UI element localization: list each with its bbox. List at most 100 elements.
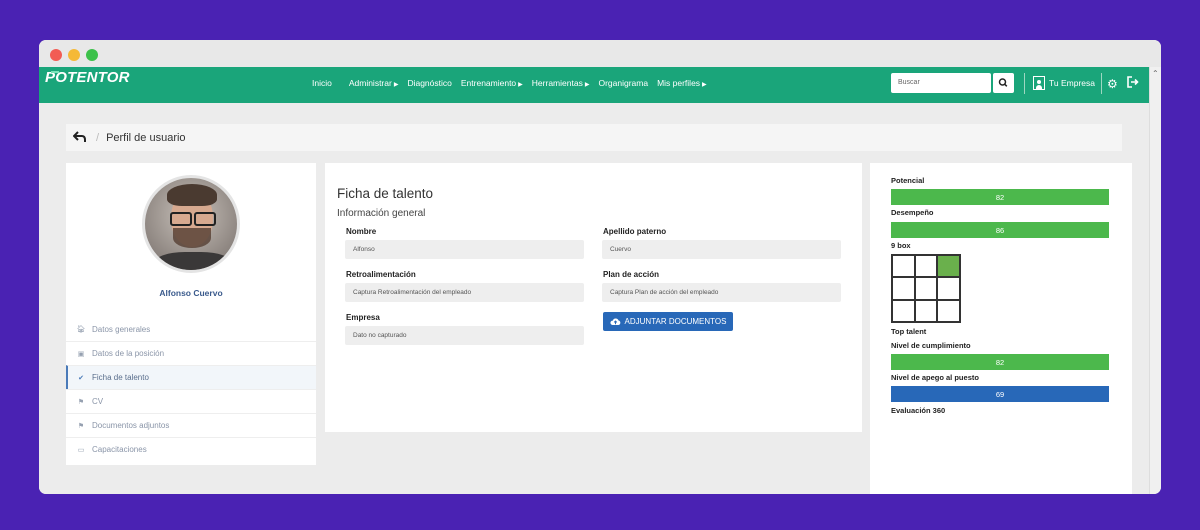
search-input[interactable]: Buscar [891, 73, 991, 93]
divider [1101, 73, 1102, 94]
page-title: Perfil de usuario [106, 131, 186, 144]
minimize-window-button[interactable] [68, 49, 80, 61]
nav-link-label: Administrar [348, 78, 392, 88]
nine-box-grid [891, 254, 961, 323]
evaluacion-360-label: Evaluación 360 [891, 406, 946, 415]
flag-icon: ⚑ [77, 422, 85, 430]
potencial-bar: 82 [891, 189, 1109, 205]
nine-box-cell [892, 299, 915, 322]
nine-box-cell [892, 255, 915, 278]
check-icon: ✔ [78, 374, 84, 382]
desempeno-label: Desempeño [891, 208, 934, 217]
profile-menu-label: Datos generales [92, 324, 151, 334]
section-subtitle: Información general [337, 208, 426, 219]
nine-box-cell [937, 277, 960, 300]
apellido-field[interactable]: Cuervo [602, 240, 841, 259]
empresa-field[interactable]: Dato no capturado [345, 326, 584, 345]
flag-icon: ⚑ [77, 398, 85, 406]
profile-menu-label: CV [92, 397, 104, 406]
profile-menu-label: Datos de la posición [92, 349, 165, 358]
nine-box-cell [914, 255, 938, 278]
maximize-window-button[interactable] [86, 49, 98, 61]
nine-box-cell [937, 299, 960, 322]
logo[interactable]: POTENTOR [45, 69, 130, 86]
divider [1024, 73, 1025, 94]
nav-link-label: Inicio [312, 78, 332, 88]
nombre-label: Nombre [346, 227, 377, 236]
desempeno-bar: 86 [891, 222, 1109, 238]
potencial-label: Potencial [891, 176, 925, 185]
breadcrumb-separator: / [96, 131, 100, 144]
briefcase-icon: ▣ [77, 350, 85, 358]
empresa-label: Empresa [346, 313, 380, 322]
profile-menu-label: Documentos adjuntos [92, 421, 170, 430]
plan-accion-field[interactable]: Captura Plan de acción del empleado [602, 283, 841, 302]
nav-link-inicio[interactable]: Inicio [312, 78, 332, 88]
apellido-label: Apellido paterno [603, 227, 667, 236]
search-button[interactable] [993, 73, 1014, 93]
plan-accion-label: Plan de acción [603, 270, 660, 279]
page-content: / Perfil de usuario Alfonso Cuervo 🏠︎ Dat… [39, 103, 1149, 494]
attach-documents-button[interactable]: ADJUNTAR DOCUMENTOS [603, 312, 733, 331]
caret-right-icon: ▶ [393, 82, 399, 88]
caret-right-icon: ▶ [702, 82, 707, 88]
laptop-icon: ▭ [77, 446, 85, 454]
nav-link-administrar[interactable]: Administrar ▶ [349, 78, 399, 88]
profile-menu-label: Ficha de talento [92, 373, 149, 382]
section-title: Ficha de talento [337, 186, 434, 201]
scroll-up-icon[interactable]: ⌃ [1152, 69, 1159, 78]
nombre-field[interactable]: Alfonso [345, 240, 584, 259]
nav-link-entrenamiento[interactable]: Entrenamiento ▶ [461, 78, 523, 88]
user-name: Alfonso Cuervo [159, 288, 223, 298]
back-arrow-icon[interactable] [72, 130, 87, 146]
profile-menu-item[interactable]: ▣ Datos de la posición [66, 341, 316, 365]
cloud-upload-icon [609, 318, 620, 325]
top-talent-label: Top talent [891, 327, 927, 336]
profile-menu: 🏠︎ Datos generales ▣ Datos de la posición ✔ F… [66, 317, 316, 461]
cumplimiento-label: Nivel de cumplimiento [891, 341, 971, 350]
nav-link-label: Diagnóstico [407, 78, 452, 88]
title-bar [39, 40, 1161, 67]
profile-menu-item[interactable]: ⚑ CV [66, 389, 316, 413]
profile-menu-item[interactable]: ⚑ Documentos adjuntos [66, 413, 316, 437]
home-icon: 🏠︎ [76, 326, 86, 333]
scrollbar[interactable]: ⌃ [1149, 67, 1161, 494]
caret-right-icon: ▶ [518, 82, 523, 88]
profile-menu-item[interactable]: ✔ Ficha de talento [66, 365, 316, 389]
apego-bar: 69 [891, 386, 1109, 402]
nine-box-cell [892, 277, 915, 300]
breadcrumb: / Perfil de usuario [66, 124, 1122, 151]
apego-label: Nivel de apego al puesto [891, 373, 979, 382]
profile-sidebar: Alfonso Cuervo 🏠︎ Datos generales ▣ Datos d… [66, 163, 316, 465]
gear-icon[interactable]: ⚙ [1107, 77, 1118, 91]
search-icon [998, 78, 1008, 87]
metrics-panel: Potencial 82 Desempeño 86 9 box Top tale… [870, 163, 1132, 494]
company-profile-icon [1033, 76, 1045, 90]
avatar [142, 175, 240, 273]
close-window-button[interactable] [50, 49, 62, 61]
profile-menu-label: Capacitaciones [92, 445, 147, 454]
nav-link-label: Herramientas [531, 78, 583, 88]
nav-link-diagn-stico[interactable]: Diagnóstico [407, 78, 451, 88]
ninebox-label: 9 box [891, 241, 911, 250]
nav-link-organigrama[interactable]: Organigrama [598, 78, 648, 88]
top-navbar: POTENTOR Inicio Administrar ▶ Diagnóstico En… [39, 67, 1149, 103]
profile-menu-item[interactable]: 🏠︎ Datos generales [66, 317, 316, 341]
nine-box-cell [914, 277, 938, 300]
browser-window: POTENTOR Inicio Administrar ▶ Diagnóstico En… [39, 40, 1161, 494]
logout-icon[interactable] [1127, 76, 1139, 91]
nav-link-mis-perfiles[interactable]: Mis perfiles ▶ [657, 78, 707, 88]
nav-link-label: Mis perfiles [657, 78, 701, 88]
company-label: Tu Empresa [1049, 78, 1095, 88]
attach-documents-label: ADJUNTAR DOCUMENTOS [624, 317, 727, 326]
retroalimentacion-label: Retroalimentación [346, 270, 416, 279]
nine-box-cell [914, 299, 938, 322]
talent-card: Ficha de talento Información general Nom… [325, 163, 862, 432]
nine-box-cell [937, 255, 960, 278]
company-menu[interactable]: Tu Empresa [1033, 76, 1095, 90]
main-nav: Inicio Administrar ▶ Diagnóstico Entrenamien… [312, 78, 716, 88]
nav-link-label: Organigrama [598, 78, 649, 88]
retroalimentacion-field[interactable]: Captura Retroalimentación del empleado [345, 283, 584, 302]
profile-menu-item[interactable]: ▭ Capacitaciones [66, 437, 316, 461]
nav-link-herramientas[interactable]: Herramientas ▶ [532, 78, 590, 88]
